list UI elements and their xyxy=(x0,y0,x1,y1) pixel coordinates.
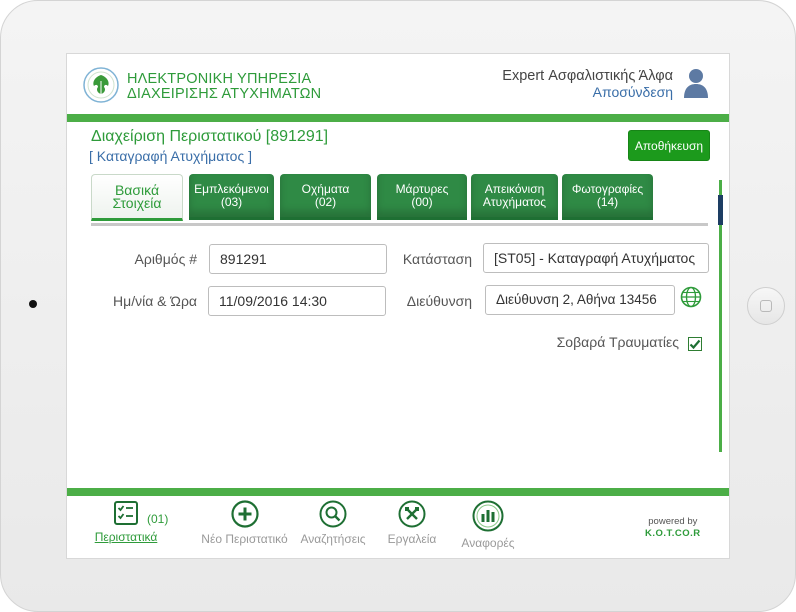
nav-label: Αναφορές xyxy=(461,536,515,550)
checklist-icon xyxy=(114,501,138,525)
tab-count: (00) xyxy=(411,194,433,209)
datetime-field[interactable]: 11/09/2016 14:30 xyxy=(208,286,386,316)
incidents-count: (01) xyxy=(147,512,169,526)
home-button[interactable] xyxy=(747,287,785,325)
footer-divider xyxy=(67,488,729,496)
tabs-underline xyxy=(91,223,708,226)
tab-accident-depiction[interactable]: Απεικόνιση Ατυχήματος xyxy=(471,174,558,220)
bar-chart-icon xyxy=(472,500,504,532)
nav-label: Νέο Περιστατικό xyxy=(201,532,288,546)
tab-count: (03) xyxy=(220,194,243,209)
tab-label: Ατυχήματος xyxy=(482,194,547,209)
page-subtitle: [ Καταγραφή Ατυχήματος ] xyxy=(89,148,252,164)
address-label: Διεύθυνση xyxy=(406,293,472,309)
tab-label: Στοιχεία xyxy=(112,194,162,211)
tab-count: (14) xyxy=(596,194,619,209)
tablet-frame: ΗΛΕΚΤΡΟΝΙΚΗ ΥΠΗΡΕΣΙΑ ΔΙΑΧΕΙΡΙΣΗΣ ΑΤΥΧΗΜΑ… xyxy=(0,0,796,612)
nav-label: Εργαλεία xyxy=(387,532,437,546)
number-field[interactable]: 891291 xyxy=(209,244,387,274)
nav-new-incident[interactable]: Νέο Περιστατικό xyxy=(192,500,297,546)
tab-count: (02) xyxy=(314,194,337,209)
brand-title: ΗΛΕΚΤΡΟΝΙΚΗ ΥΠΗΡΕΣΙΑ ΔΙΑΧΕΙΡΙΣΗΣ ΑΤΥΧΗΜΑ… xyxy=(127,72,321,102)
nav-reports[interactable]: Αναφορές xyxy=(453,500,523,550)
address-field[interactable]: Διεύθυνση 2, Αθήνα 13456 xyxy=(485,285,675,315)
vendor-logo-text: K.O.T.CO.R xyxy=(645,528,701,539)
tab-witnesses[interactable]: Μάρτυρες (00) xyxy=(377,174,467,220)
tab-vehicles[interactable]: Οχήματα (02) xyxy=(280,174,371,220)
number-label: Αριθμός # xyxy=(134,251,197,267)
tab-label: Οχήματα xyxy=(301,181,350,196)
checkmark-icon xyxy=(689,339,701,350)
globe-icon[interactable] xyxy=(680,286,702,308)
nav-label: Αναζητήσεις xyxy=(300,532,366,546)
tab-label: Εμπλεκόμενοι xyxy=(194,181,269,196)
tab-bar: Βασικά Στοιχεία Εμπλεκόμενοι (03) Οχήματ… xyxy=(91,174,708,226)
plus-circle-icon xyxy=(230,500,259,528)
tab-basic-info[interactable]: Βασικά Στοιχεία xyxy=(91,174,183,221)
injuries-label: Σοβαρά Τραυματίες xyxy=(556,334,679,350)
app-screen: ΗΛΕΚΤΡΟΝΙΚΗ ΥΠΗΡΕΣΙΑ ΔΙΑΧΕΙΡΙΣΗΣ ΑΤΥΧΗΜΑ… xyxy=(66,53,730,559)
brand-line-2: ΔΙΑΧΕΙΡΙΣΗΣ ΑΤΥΧΗΜΑΤΩΝ xyxy=(127,86,322,102)
nav-tools[interactable]: Εργαλεία xyxy=(381,500,443,546)
powered-by-text: powered by xyxy=(648,516,698,527)
user-name: Expert Ασφαλιστικής Άλφα xyxy=(502,68,673,84)
tab-label: Μάρτυρες xyxy=(395,181,449,196)
save-button[interactable]: Αποθήκευση xyxy=(628,130,710,161)
tab-label: Φωτογραφίες xyxy=(571,181,644,196)
nav-label: Περιστατικά xyxy=(94,530,158,544)
tab-label: Απεικόνιση xyxy=(484,181,545,196)
datetime-label: Ημ/νία & Ώρα xyxy=(113,293,197,309)
tab-photos[interactable]: Φωτογραφίες (14) xyxy=(562,174,653,220)
nav-searches[interactable]: Αναζητήσεις xyxy=(297,500,369,546)
status-label: Κατάσταση xyxy=(402,251,472,267)
injuries-checkbox[interactable] xyxy=(688,337,702,351)
search-icon xyxy=(319,500,347,528)
tools-icon xyxy=(398,500,426,528)
app-header: ΗΛΕΚΤΡΟΝΙΚΗ ΥΠΗΡΕΣΙΑ ΔΙΑΧΕΙΡΙΣΗΣ ΑΤΥΧΗΜΑ… xyxy=(67,54,729,114)
user-avatar-icon[interactable] xyxy=(683,68,709,98)
logout-link[interactable]: Αποσύνδεση xyxy=(593,84,673,100)
powered-by: powered by K.O.T.CO.R xyxy=(645,516,701,540)
page-title: Διαχείριση Περιστατικού [891291] xyxy=(91,128,329,145)
status-field[interactable]: [ST05] - Καταγραφή Ατυχήματος xyxy=(483,243,709,273)
brand-line-1: ΗΛΕΚΤΡΟΝΙΚΗ ΥΠΗΡΕΣΙΑ xyxy=(127,71,312,87)
tab-involved[interactable]: Εμπλεκόμενοι (03) xyxy=(189,174,274,220)
header-divider xyxy=(67,114,729,122)
camera-dot xyxy=(29,300,37,308)
scrollbar-thumb[interactable] xyxy=(718,195,723,225)
logo-icon xyxy=(83,67,119,103)
